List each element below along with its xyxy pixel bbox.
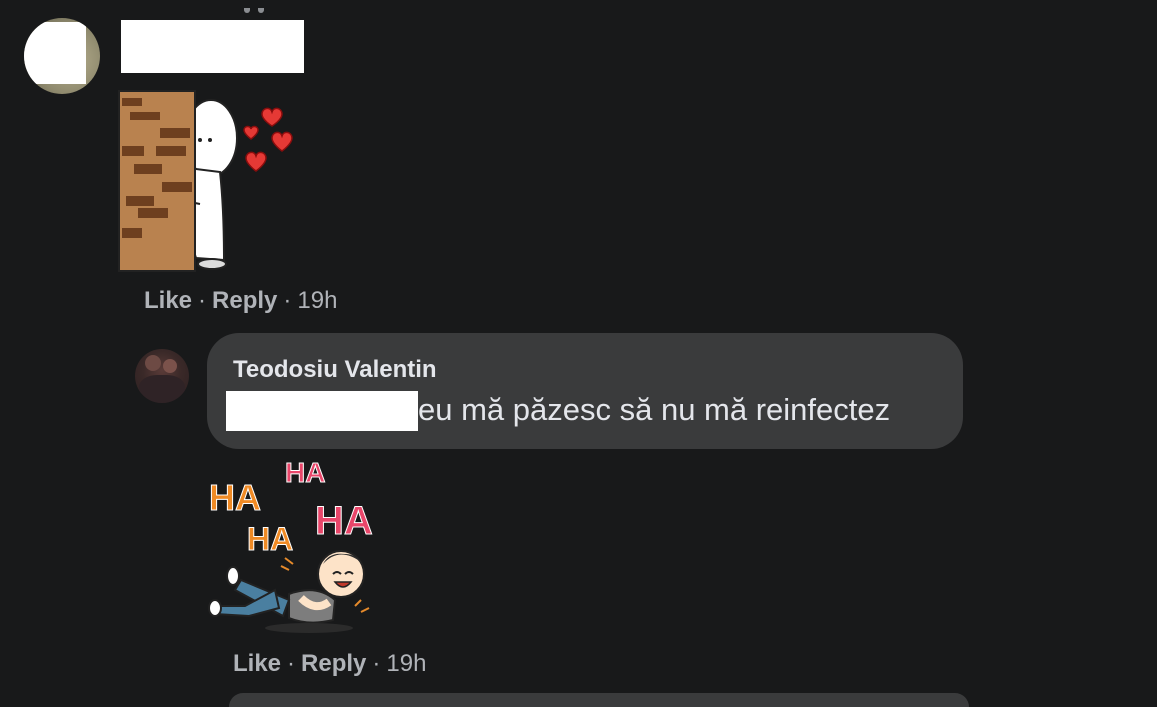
reply-button[interactable]: Reply: [301, 650, 366, 677]
avatar[interactable]: [135, 349, 189, 403]
separator: ·: [198, 287, 207, 314]
previous-content-fragment: [244, 0, 284, 13]
author-name-redacted: [121, 20, 304, 73]
avatar[interactable]: [24, 18, 100, 94]
sticker-peeking-behind-wall[interactable]: [116, 88, 306, 278]
sticker-ha-text: HA: [315, 499, 373, 543]
author-name-link[interactable]: Teodosiu Valentin: [233, 356, 437, 384]
sticker-ha-text: HA: [247, 521, 293, 557]
redaction-box: [24, 22, 86, 84]
comment-actions: Like · Reply · 19h: [144, 287, 337, 315]
like-button[interactable]: Like: [144, 287, 192, 314]
separator: ·: [372, 650, 381, 677]
comment-actions: Like · Reply · 19h: [233, 650, 426, 678]
timestamp-link[interactable]: 19h: [386, 650, 426, 677]
reply-button[interactable]: Reply: [212, 287, 277, 314]
sticker-ha-text: HA: [285, 457, 325, 488]
comment-text: eu mă păzesc să nu mă reinfectez: [418, 392, 891, 427]
mention-redacted: [226, 391, 418, 431]
like-button[interactable]: Like: [233, 650, 281, 677]
separator: ·: [283, 287, 292, 314]
next-comment-bubble-fragment: [229, 693, 969, 707]
sticker-ha-text: HA: [209, 477, 261, 518]
sticker-laughing-ha-ha[interactable]: HA HA HA HA: [205, 450, 395, 640]
timestamp-link[interactable]: 19h: [297, 287, 337, 314]
separator: ·: [287, 650, 296, 677]
